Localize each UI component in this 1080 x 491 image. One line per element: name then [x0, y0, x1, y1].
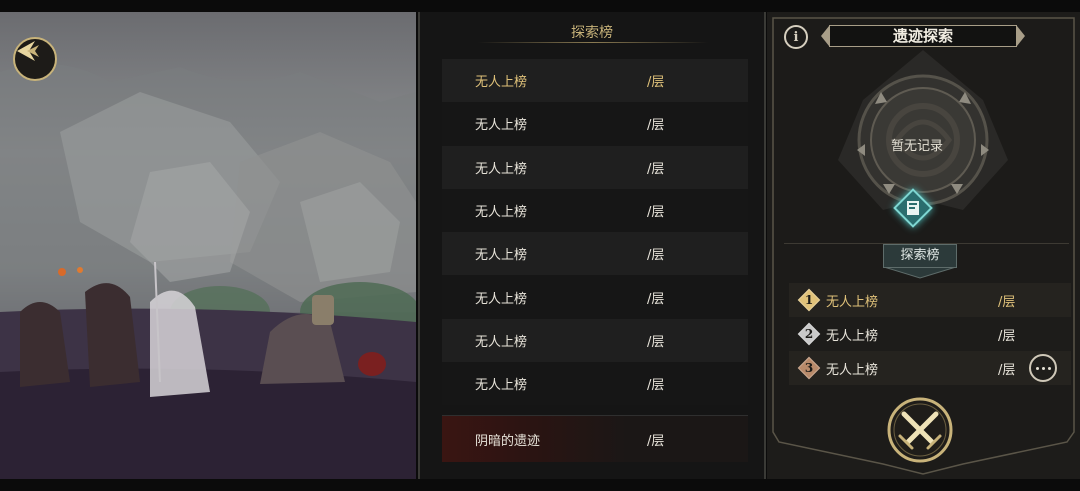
self-name: 阴暗的遗迹 [475, 433, 541, 449]
leaderboard-row[interactable]: 无人上榜 /层 [442, 188, 748, 233]
floor-value: /层 [998, 362, 1016, 378]
record-status: 暂无记录 [890, 139, 943, 154]
self-rank-row[interactable]: 阴暗的遗迹 /层 [442, 415, 748, 462]
leaderboard-row[interactable]: 无人上榜 /层 [442, 318, 748, 363]
ruins-illustration [0, 64, 416, 479]
player-name: 无人上榜 [475, 205, 528, 221]
player-name: 无人上榜 [475, 75, 528, 91]
self-floor-value: /层 [647, 433, 665, 449]
back-arrow-icon [17, 41, 39, 61]
rank-badge-gold: 1 [797, 288, 821, 312]
leaderboard-row[interactable]: 无人上榜 /层 [442, 362, 748, 406]
floor-value: /层 [647, 291, 665, 307]
scene-artwork [0, 12, 416, 479]
more-button[interactable] [1029, 354, 1057, 382]
player-name: 无人上榜 [475, 334, 528, 350]
rank-badge-silver: 2 [797, 322, 821, 346]
more-icon [1034, 366, 1052, 370]
floor-value: /层 [647, 118, 665, 134]
floor-value: /层 [998, 294, 1016, 310]
book-icon [907, 201, 919, 215]
floor-value: /层 [647, 248, 665, 264]
info-icon: i [793, 29, 799, 45]
leaderboard-panel: 探索榜 无人上榜 /层 无人上榜 /层 无人上榜 /层 无人上榜 /层 无人上榜… [418, 12, 766, 479]
player-name: 无人上榜 [475, 161, 528, 177]
floor-value: /层 [647, 161, 665, 177]
title-divider [478, 42, 708, 43]
floor-value: /层 [647, 378, 665, 394]
leaderboard-list: 无人上榜 /层 无人上榜 /层 无人上榜 /层 无人上榜 /层 无人上榜 /层 … [442, 59, 748, 406]
leaderboard-row[interactable]: 无人上榜 /层 [442, 145, 748, 189]
leaderboard-row[interactable]: 无人上榜 /层 [442, 102, 748, 146]
panel-title: 遗迹探索 [829, 25, 1017, 47]
leaderboard-row[interactable]: 无人上榜 /层 [442, 275, 748, 319]
ruins-exploration-panel: i 遗迹探索 暂无记录 探索榜 1 无人上榜 /层 2 无人上榜 /层 3 无人… [767, 12, 1080, 479]
player-name: 无人上榜 [826, 328, 879, 344]
info-button[interactable]: i [784, 25, 808, 49]
start-exploration-button[interactable] [886, 396, 954, 464]
floor-value: /层 [647, 205, 665, 221]
back-button[interactable] [13, 37, 57, 81]
leaderboard-title: 探索榜 [571, 25, 613, 41]
floor-value: /层 [998, 328, 1016, 344]
player-name: 无人上榜 [475, 291, 528, 307]
player-name: 无人上榜 [826, 294, 879, 310]
crossed-swords-icon [887, 397, 953, 463]
leaderboard-row[interactable]: 无人上榜 /层 [442, 232, 748, 276]
player-name: 无人上榜 [475, 248, 528, 264]
player-name: 无人上榜 [475, 378, 528, 394]
top3-row[interactable]: 2 无人上榜 /层 [789, 317, 1071, 351]
player-name: 无人上榜 [475, 118, 528, 134]
rank-badge-bronze: 3 [797, 356, 821, 380]
player-name: 无人上榜 [826, 362, 879, 378]
floor-value: /层 [647, 334, 665, 350]
top3-row[interactable]: 1 无人上榜 /层 [789, 283, 1071, 317]
leaderboard-row[interactable]: 无人上榜 /层 [442, 59, 748, 103]
floor-value: /层 [647, 75, 665, 91]
leaderboard-tab[interactable]: 探索榜 [883, 244, 957, 268]
